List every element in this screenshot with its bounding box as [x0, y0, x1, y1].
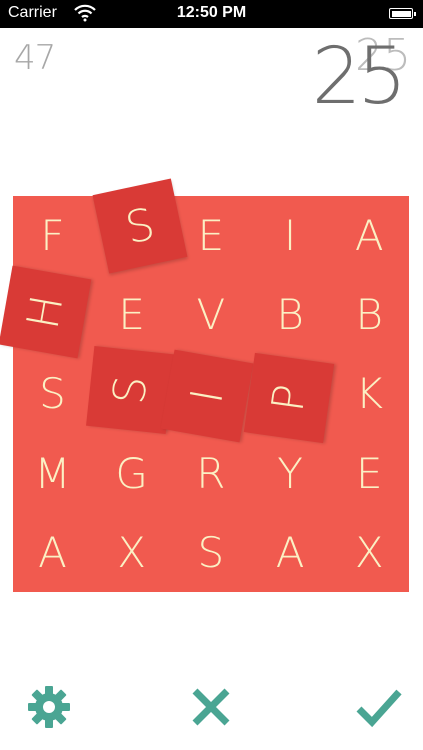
board-cell[interactable]: F — [13, 196, 92, 275]
gear-icon — [28, 686, 70, 728]
board-cell[interactable]: S — [13, 354, 92, 433]
letter-board: FEIAEVBBSKMGRYEAXSAXSHSIP — [0, 178, 409, 592]
x-icon — [192, 688, 230, 726]
settings-button[interactable] — [24, 682, 74, 732]
board-cell[interactable]: E — [330, 434, 409, 513]
board-cell[interactable]: E — [171, 196, 250, 275]
checkmark-icon — [356, 689, 402, 728]
board-cell[interactable]: E — [92, 275, 171, 354]
selected-tile[interactable]: H — [0, 265, 92, 359]
battery-icon — [389, 8, 416, 19]
selected-tile[interactable]: I — [161, 350, 254, 443]
board-cell[interactable]: I — [251, 196, 330, 275]
board-cell[interactable]: Y — [251, 434, 330, 513]
status-time: 12:50 PM — [176, 4, 247, 21]
selected-tile[interactable]: P — [243, 353, 334, 444]
status-bar: Carrier 12:50 PM — [0, 0, 423, 28]
board-cell[interactable]: R — [171, 434, 250, 513]
board-cell[interactable]: A — [251, 513, 330, 592]
score: 47 — [14, 38, 56, 78]
selected-tile[interactable]: S — [92, 178, 188, 274]
board-cell[interactable]: M — [13, 434, 92, 513]
timer-display: 25 25 — [301, 30, 411, 120]
board-cell[interactable]: A — [13, 513, 92, 592]
board-cell[interactable]: B — [330, 275, 409, 354]
board-cell[interactable]: G — [92, 434, 171, 513]
board-cell[interactable]: X — [92, 513, 171, 592]
board-cell[interactable]: B — [251, 275, 330, 354]
timer: 25 — [311, 32, 407, 122]
board-cell[interactable]: X — [330, 513, 409, 592]
board-cell[interactable]: K — [330, 354, 409, 433]
submit-button[interactable] — [354, 682, 404, 732]
board-cell[interactable]: S — [171, 513, 250, 592]
board-cell[interactable]: V — [171, 275, 250, 354]
clear-button[interactable] — [186, 682, 236, 732]
board-cell[interactable]: A — [330, 196, 409, 275]
